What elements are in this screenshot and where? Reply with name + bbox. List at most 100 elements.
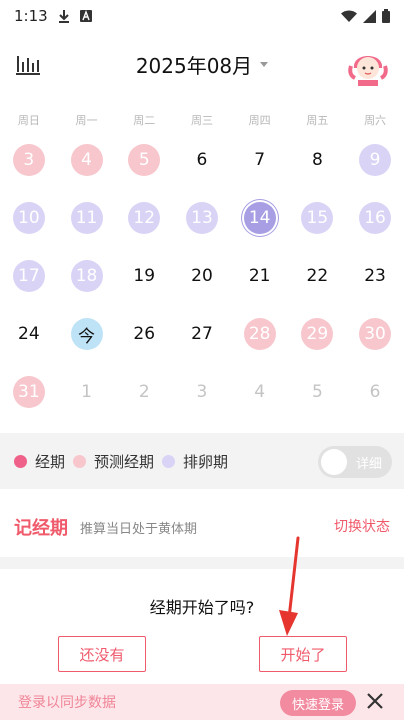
calendar-day: 6 bbox=[369, 382, 381, 402]
calendar-day: 15 bbox=[301, 202, 334, 234]
period-dot bbox=[14, 454, 27, 468]
calendar-day-cell[interactable]: 5 bbox=[289, 363, 347, 421]
calendar-day-cell[interactable]: 3 bbox=[0, 131, 58, 189]
calendar-day: 31 bbox=[12, 376, 45, 408]
predicted-dot bbox=[73, 454, 87, 468]
calendar-day-cell[interactable]: 17 bbox=[0, 247, 58, 305]
calendar-day: 27 bbox=[191, 324, 213, 344]
close-icon[interactable] bbox=[364, 690, 386, 712]
calendar-day: 21 bbox=[248, 266, 271, 286]
calendar-week-row: 17 18 19 20 21 22 23 bbox=[0, 247, 404, 305]
calendar-day-cell[interactable]: 18 bbox=[58, 247, 116, 305]
today-day: 今 bbox=[70, 318, 103, 350]
calendar-day-cell[interactable]: 21 bbox=[231, 247, 289, 305]
calendar-day: 17 bbox=[12, 260, 45, 292]
calendar-day: 3 bbox=[12, 144, 45, 176]
detail-toggle[interactable]: 详细 bbox=[318, 446, 392, 478]
calendar-day-cell[interactable]: 26 bbox=[115, 305, 173, 363]
calendar-day: 22 bbox=[306, 266, 329, 286]
calendar-day-cell[interactable]: 2 bbox=[115, 363, 173, 421]
calendar-day-cell[interactable]: 4 bbox=[58, 131, 116, 189]
weekday-label: 周三 bbox=[190, 114, 213, 127]
calendar-day-cell[interactable]: 12 bbox=[115, 189, 173, 247]
calendar-day-cell[interactable]: 29 bbox=[289, 305, 347, 363]
weekday-label: 周二 bbox=[133, 114, 156, 127]
calendar-day: 6 bbox=[196, 150, 208, 170]
calendar-day-cell[interactable]: 13 bbox=[173, 189, 231, 247]
legend-period-label: 经期 bbox=[35, 452, 66, 471]
login-banner-text: 登录以同步数据 bbox=[18, 695, 116, 711]
calendar-day: 2 bbox=[138, 382, 150, 402]
legend-ovulation-label: 排卵期 bbox=[183, 452, 229, 471]
detail-toggle-label: 详细 bbox=[355, 457, 382, 472]
calendar-day-cell[interactable]: 30 bbox=[346, 305, 404, 363]
calendar-day-cell[interactable]: 6 bbox=[346, 363, 404, 421]
calendar-day-cell[interactable]: 11 bbox=[58, 189, 116, 247]
calendar-day-cell[interactable]: 15 bbox=[289, 189, 347, 247]
calendar-day-cell[interactable]: 24 bbox=[0, 305, 58, 363]
calendar-day-cell[interactable]: 22 bbox=[289, 247, 347, 305]
calendar-day: 5 bbox=[128, 144, 161, 176]
calendar-day-cell[interactable]: 7 bbox=[231, 131, 289, 189]
login-banner: 登录以同步数据 快速登录 bbox=[0, 684, 404, 720]
calendar-day-cell[interactable]: 5 bbox=[115, 131, 173, 189]
a-badge-icon bbox=[79, 10, 92, 22]
period-question: 经期开始了吗? bbox=[149, 598, 255, 617]
calendar-day: 19 bbox=[133, 266, 156, 286]
calendar-day: 11 bbox=[70, 202, 103, 234]
started-button[interactable]: 开始了 bbox=[259, 636, 347, 672]
calendar-day-cell[interactable]: 3 bbox=[173, 363, 231, 421]
record-subtitle: 推算当日处于黄体期 bbox=[80, 521, 198, 537]
calendar-day-cell[interactable]: 今 bbox=[58, 305, 116, 363]
quick-login-button[interactable]: 快速登录 bbox=[279, 690, 356, 716]
legend-period: 经期 bbox=[14, 451, 65, 472]
calendar-day: 3 bbox=[196, 382, 208, 402]
calendar-day-cell[interactable]: 4 bbox=[231, 363, 289, 421]
weekday-label: 周五 bbox=[306, 114, 329, 127]
signal-icon bbox=[363, 9, 376, 23]
calendar-day-cell[interactable]: 6 bbox=[173, 131, 231, 189]
weekday-label: 周六 bbox=[364, 114, 387, 127]
month-selector[interactable]: 2025年08月 bbox=[0, 50, 404, 79]
calendar-day: 4 bbox=[70, 144, 103, 176]
calendar-day-cell[interactable]: 31 bbox=[0, 363, 58, 421]
calendar-day-cell[interactable]: 23 bbox=[346, 247, 404, 305]
calendar-day-cell[interactable]: 20 bbox=[173, 247, 231, 305]
switch-status-link[interactable]: 切换状态 bbox=[334, 516, 390, 536]
calendar-day: 28 bbox=[243, 318, 276, 350]
status-bar: 1:13 bbox=[0, 0, 404, 32]
calendar-week-row: 10 11 12 13 14 15 16 bbox=[0, 189, 404, 247]
calendar-day: 5 bbox=[311, 382, 323, 402]
battery-icon bbox=[382, 9, 390, 23]
calendar-day: 18 bbox=[70, 260, 103, 292]
calendar-day-cell[interactable]: 9 bbox=[346, 131, 404, 189]
calendar-header: 2025年08月 bbox=[0, 40, 404, 90]
calendar-day-cell[interactable]: 27 bbox=[173, 305, 231, 363]
status-time: 1:13 bbox=[14, 7, 48, 25]
calendar-day-cell[interactable]: 14 bbox=[231, 189, 289, 247]
chevron-down-icon bbox=[260, 62, 269, 67]
calendar-grid: 3 4 5 6 7 8 9 10 11 12 13 14 15 16 17 18 19 20 21 22 23 24 今 26… bbox=[0, 131, 404, 421]
weekday-label: 周四 bbox=[248, 114, 271, 127]
calendar-day-cell[interactable]: 16 bbox=[346, 189, 404, 247]
calendar-day-cell[interactable]: 8 bbox=[289, 131, 347, 189]
calendar-day: 29 bbox=[301, 318, 334, 350]
calendar-day: 10 bbox=[12, 202, 45, 234]
calendar-day-cell[interactable]: 1 bbox=[58, 363, 116, 421]
weekday-label: 周日 bbox=[17, 114, 40, 127]
calendar-day: 26 bbox=[133, 324, 156, 344]
calendar-day: 9 bbox=[359, 144, 392, 176]
calendar-day-cell[interactable]: 19 bbox=[115, 247, 173, 305]
pointer-arrow-icon bbox=[270, 536, 310, 640]
avatar-icon[interactable] bbox=[348, 44, 388, 88]
calendar-day: 30 bbox=[359, 318, 392, 350]
calendar-day-cell[interactable]: 10 bbox=[0, 189, 58, 247]
legend-predicted-label: 预测经期 bbox=[94, 452, 155, 471]
month-label: 2025年08月 bbox=[135, 54, 253, 78]
calendar-day: 24 bbox=[18, 324, 40, 344]
calendar-day-cell[interactable]: 28 bbox=[231, 305, 289, 363]
legend-ovulation: 排卵期 bbox=[162, 451, 228, 472]
calendar-day: 23 bbox=[364, 266, 386, 286]
calendar-week-row: 345 6 7 8 9 bbox=[0, 131, 404, 189]
not-yet-button[interactable]: 还没有 bbox=[58, 636, 146, 672]
